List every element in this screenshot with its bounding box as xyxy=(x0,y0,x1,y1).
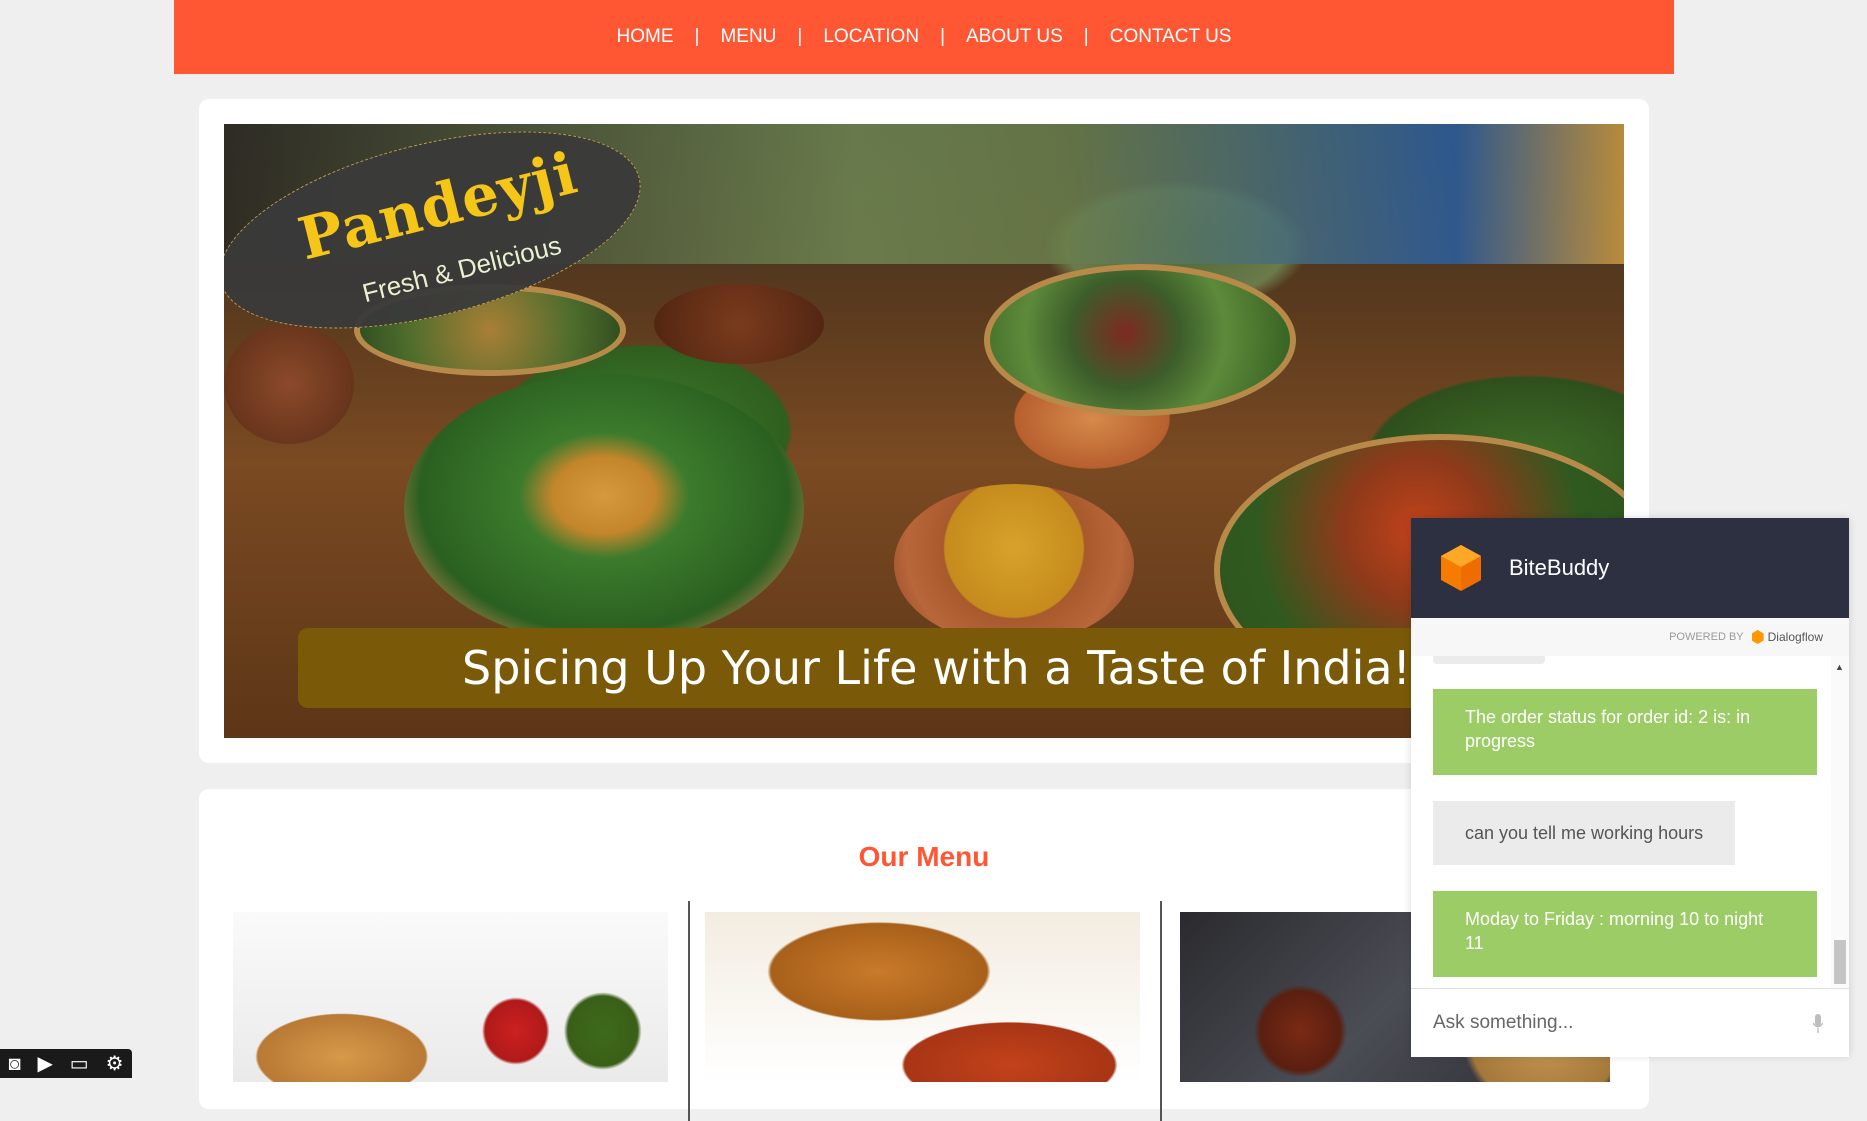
nav-menu[interactable]: MENU xyxy=(720,26,776,48)
nav-separator: | xyxy=(694,26,700,47)
nav-location[interactable]: LOCATION xyxy=(823,26,919,48)
chat-input[interactable] xyxy=(1431,1011,1795,1035)
dialogflow-brand[interactable]: Dialogflow xyxy=(1751,630,1823,644)
bot-message: Moday to Friday : morning 10 to night 11 xyxy=(1433,891,1817,977)
nav-home[interactable]: HOME xyxy=(617,26,674,48)
message-bubble-partial xyxy=(1433,656,1545,664)
scroll-thumb[interactable] xyxy=(1834,940,1846,984)
chat-scrollbar[interactable]: ▲ ▼ xyxy=(1831,656,1849,1004)
dal-bowl-image xyxy=(894,484,1134,644)
chat-header[interactable]: BiteBuddy xyxy=(1411,518,1849,618)
chat-input-bar xyxy=(1411,988,1849,1057)
chat-messages[interactable]: The order status for order id: 2 is: in … xyxy=(1411,656,1849,1004)
microphone-icon[interactable] xyxy=(1813,1014,1823,1034)
window-icon[interactable]: ▭ xyxy=(70,1054,89,1074)
food-plate-image xyxy=(984,264,1296,416)
capture-toolbar: ◙ ▶ ▭ ⚙ xyxy=(0,1049,132,1078)
camera-icon[interactable]: ◙ xyxy=(8,1054,20,1074)
top-nav: HOME | MENU | LOCATION | ABOUT US | CONT… xyxy=(174,0,1674,74)
menu-divider xyxy=(688,901,690,1121)
video-icon[interactable]: ▶ xyxy=(37,1054,52,1074)
nav-separator: | xyxy=(940,26,945,47)
dialogflow-logo-icon xyxy=(1441,545,1481,591)
nav-separator: | xyxy=(797,26,803,47)
bot-message: The order status for order id: 2 is: in … xyxy=(1433,689,1817,775)
dialogflow-icon xyxy=(1751,630,1764,644)
menu-item-image[interactable] xyxy=(233,912,668,1082)
powered-by-bar: POWERED BY Dialogflow xyxy=(1411,618,1849,656)
chat-widget: BiteBuddy POWERED BY Dialogflow The orde… xyxy=(1411,518,1849,1057)
nav-about-us[interactable]: ABOUT US xyxy=(966,26,1063,48)
samosa-plate-image xyxy=(404,374,804,644)
tagline-text: Spicing Up Your Life with a Taste of Ind… xyxy=(462,641,1411,695)
nav-separator: | xyxy=(1083,26,1089,47)
gear-icon[interactable]: ⚙ xyxy=(106,1054,124,1074)
dialogflow-brand-label: Dialogflow xyxy=(1767,630,1823,644)
powered-by-label: POWERED BY xyxy=(1669,631,1744,643)
user-message: can you tell me working hours xyxy=(1433,801,1736,865)
chat-title: BiteBuddy xyxy=(1509,555,1610,580)
scroll-up-icon[interactable]: ▲ xyxy=(1835,662,1844,672)
menu-divider xyxy=(1160,901,1162,1121)
clay-pot-image xyxy=(224,324,354,444)
menu-item-image[interactable] xyxy=(705,912,1140,1082)
nav-contact-us[interactable]: CONTACT US xyxy=(1110,26,1232,48)
clay-pot-image xyxy=(654,284,824,364)
